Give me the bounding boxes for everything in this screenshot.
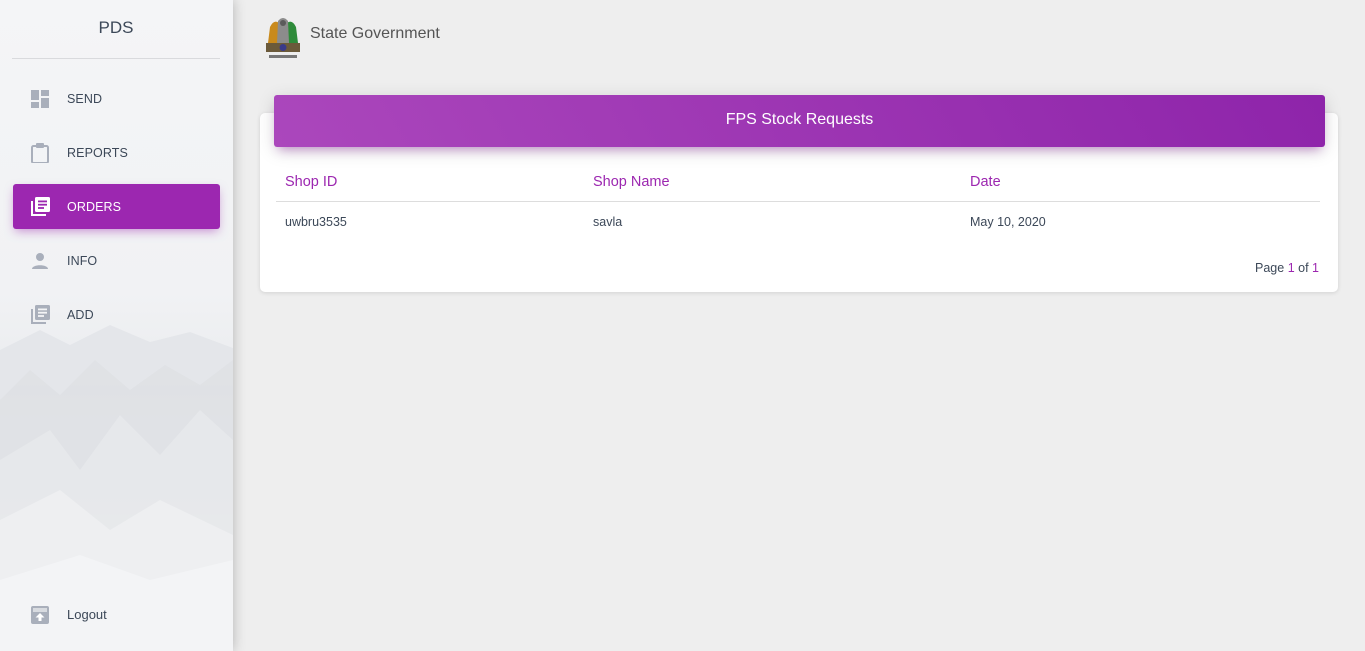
sidebar-brand[interactable]: PDS	[12, 0, 220, 59]
logout-icon	[30, 605, 50, 625]
pager-current: 1	[1287, 261, 1295, 275]
sidebar-item-label: REPORTS	[67, 145, 128, 160]
pager-sep: of	[1298, 261, 1309, 275]
sidebar-item-reports[interactable]: REPORTS	[13, 130, 220, 175]
sidebar-item-label: ADD	[67, 307, 94, 322]
column-header-shop-id[interactable]: Shop ID	[276, 163, 584, 202]
logout-button[interactable]: Logout	[13, 592, 220, 637]
top-header: State Government	[260, 12, 440, 62]
national-emblem-icon	[266, 18, 300, 58]
pagination-info: Page 1 of 1	[1255, 261, 1319, 275]
column-header-shop-name[interactable]: Shop Name	[584, 163, 961, 202]
library-books-icon	[30, 305, 50, 325]
sidebar-item-info[interactable]: INFO	[13, 238, 220, 283]
cell-shop-id: uwbru3535	[285, 215, 347, 230]
pager-prefix: Page	[1255, 261, 1285, 275]
clipboard-icon	[30, 142, 50, 163]
pager-total: 1	[1312, 261, 1319, 275]
dashboard-icon	[30, 89, 50, 109]
page-title: State Government	[310, 25, 440, 42]
stock-requests-table: Shop ID Shop Name Date uwbru3535 savla M…	[276, 163, 1320, 243]
table-row[interactable]: uwbru3535 savla May 10, 2020	[276, 201, 1320, 243]
cell-date: May 10, 2020	[970, 215, 1046, 230]
person-icon	[30, 251, 50, 271]
logout-label: Logout	[67, 607, 107, 622]
card-title: FPS Stock Requests	[274, 95, 1325, 147]
sidebar: PDS SEND REPORTS ORDERS INFO ADD Logout	[0, 0, 233, 651]
cell-shop-name: savla	[593, 215, 623, 230]
sidebar-item-send[interactable]: SEND	[13, 76, 220, 121]
sidebar-nav: SEND REPORTS ORDERS INFO ADD	[13, 76, 220, 346]
sidebar-item-orders[interactable]: ORDERS	[13, 184, 220, 229]
sidebar-item-label: ORDERS	[67, 199, 122, 214]
column-header-date[interactable]: Date	[961, 163, 1320, 202]
library-books-icon	[30, 197, 50, 217]
table-header-row: Shop ID Shop Name Date	[276, 163, 1320, 202]
sidebar-item-label: INFO	[67, 253, 98, 268]
sidebar-item-label: SEND	[67, 91, 103, 106]
sidebar-item-add[interactable]: ADD	[13, 292, 220, 337]
